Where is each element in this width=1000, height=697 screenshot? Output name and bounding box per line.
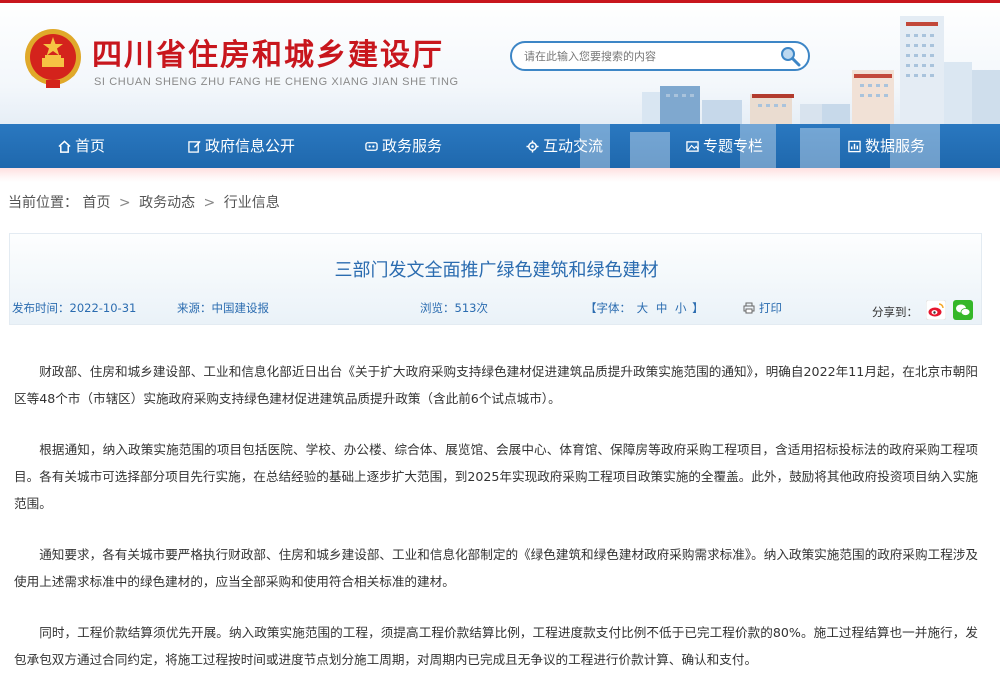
nav-item-government-info[interactable]: 政府信息公开: [188, 124, 295, 168]
font-size-small[interactable]: 小: [675, 301, 687, 315]
article-paragraph: 财政部、住房和城乡建设部、工业和信息化部近日出台《关于扩大政府采购支持绿色建材促…: [14, 364, 978, 406]
breadcrumb-government-news[interactable]: 政务动态: [139, 195, 195, 211]
article-header: 三部门发文全面推广绿色建筑和绿色建材 发布时间：2022-10-31 来源：中国…: [9, 233, 982, 325]
nav-item-government-services[interactable]: 政务服务: [365, 124, 442, 168]
image-icon: [686, 140, 699, 152]
breadcrumb-separator: >: [118, 195, 131, 211]
font-size-label-close: 】: [692, 301, 704, 315]
view-count: 浏览：513次: [420, 301, 488, 315]
publish-time: 发布时间：2022-10-31: [12, 301, 137, 315]
nav-item-interaction[interactable]: 互动交流: [526, 124, 603, 168]
font-size-control: 【字体： 大 中 小 】: [585, 300, 704, 316]
breadcrumb: 当前位置： 首页 > 政务动态 > 行业信息: [8, 192, 280, 212]
gear-icon: [526, 139, 539, 153]
print-button[interactable]: 打印: [743, 300, 782, 316]
wechat-icon[interactable]: [953, 300, 973, 320]
site-subtitle: SI CHUAN SHENG ZHU FANG HE CHENG XIANG J…: [94, 76, 459, 88]
data-icon: [848, 140, 861, 152]
site-header: 四川省住房和城乡建设厅 SI CHUAN SHENG ZHU FANG HE C…: [0, 0, 1000, 124]
article-source: 来源：中国建设报: [177, 301, 269, 315]
breadcrumb-industry-info[interactable]: 行业信息: [224, 195, 280, 211]
nav-item-label: 政务服务: [382, 137, 443, 155]
edit-icon: [188, 140, 201, 153]
nav-item-label: 政府信息公开: [205, 137, 296, 155]
breadcrumb-home[interactable]: 首页: [82, 195, 110, 211]
article-paragraph: 通知要求，各有关城市要严格执行财政部、住房和城乡建设部、工业和信息化部制定的《绿…: [14, 547, 978, 589]
printer-icon: [743, 302, 755, 314]
nav-item-special-topics[interactable]: 专题专栏: [686, 124, 763, 168]
weibo-icon[interactable]: [926, 300, 946, 320]
nav-shadow: [0, 168, 1000, 182]
national-emblem-icon: [25, 29, 81, 88]
font-size-label: 【字体：: [585, 301, 631, 315]
nav-item-label: 互动交流: [543, 137, 604, 155]
article-content: 财政部、住房和城乡建设部、工业和信息化部近日出台《关于扩大政府采购支持绿色建材促…: [14, 358, 978, 697]
city-skyline-illustration: [642, 16, 1000, 124]
nav-item-label: 数据服务: [865, 137, 926, 155]
print-label: 打印: [759, 301, 782, 315]
breadcrumb-separator: >: [203, 195, 216, 211]
article-paragraph: 根据通知，纳入政策实施范围的项目包括医院、学校、办公楼、综合体、展览馆、会展中心…: [14, 442, 978, 511]
service-icon: [365, 141, 378, 151]
font-size-large[interactable]: 大: [637, 301, 649, 315]
breadcrumb-prefix: 当前位置：: [8, 195, 78, 211]
nav-item-home[interactable]: 首页: [58, 124, 105, 168]
site-title: 四川省住房和城乡建设厅: [92, 38, 444, 73]
share-label: 分享到：: [872, 305, 918, 319]
article-paragraph: 同时，工程价款结算须优先开展。纳入政策实施范围的工程，须提高工程价款结算比例，工…: [14, 625, 978, 667]
home-icon: [58, 139, 71, 153]
main-navigation: 首页 政府信息公开 政务服务 互动交流 专题专栏 数据服务: [0, 124, 1000, 168]
nav-skyline-illustration: [580, 124, 940, 168]
font-size-medium[interactable]: 中: [656, 301, 668, 315]
nav-item-label: 专题专栏: [703, 137, 764, 155]
nav-item-data-services[interactable]: 数据服务: [848, 124, 925, 168]
nav-item-label: 首页: [75, 137, 106, 155]
article-title: 三部门发文全面推广绿色建筑和绿色建材: [334, 260, 659, 281]
